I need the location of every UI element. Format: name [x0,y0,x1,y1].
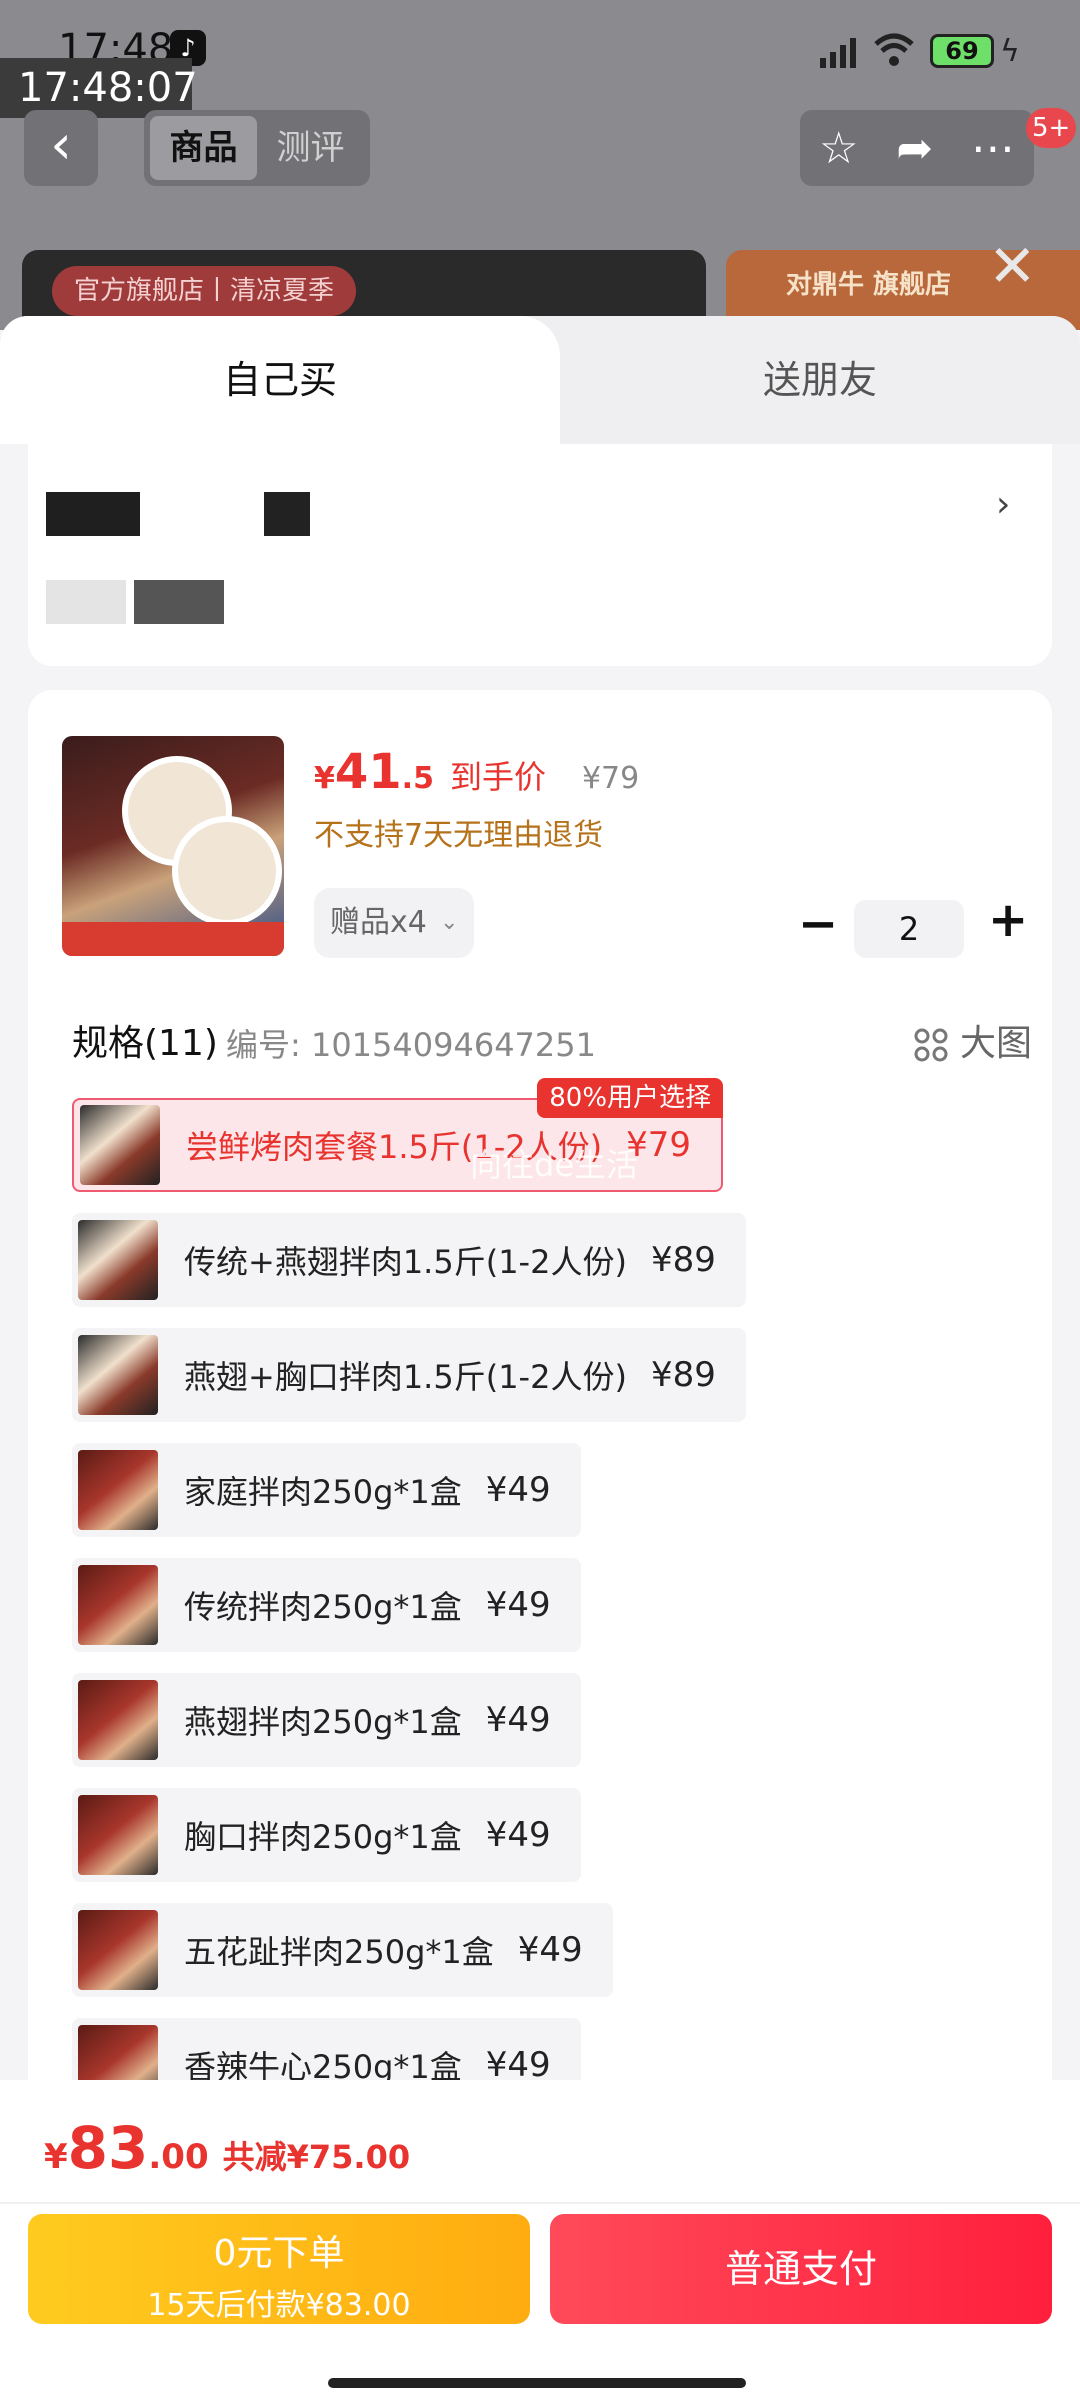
zero-yuan-order-button[interactable]: 0元下单 15天后付款¥83.00 [28,2214,530,2324]
grid-icon [914,1028,948,1062]
option-thumbnail [78,1680,158,1760]
redacted-address-b [134,580,224,624]
option-price: ¥49 [485,1585,551,1625]
option-name: 传统+燕翅拌肉1.5斤(1-2人份) [184,1243,627,1281]
charging-icon: ϟ [1000,34,1020,69]
share-icon[interactable]: ➦ [896,123,933,174]
qty-increase-button[interactable]: + [988,892,1028,948]
spec-title: 规格(11) [72,1023,218,1064]
option-name: 燕翅拌肉250g*1盒 [184,1703,462,1741]
option-thumbnail [78,1910,158,1990]
tab-buy-for-self[interactable]: 自己买 [0,316,560,444]
qty-decrease-button[interactable]: − [798,896,838,952]
price-decimal: .5 [401,761,434,796]
zero-order-label: 0元下单 [213,2233,345,2274]
home-indicator [328,2378,746,2388]
option-name: 胸口拌肉250g*1盒 [184,1818,462,1856]
option-thumbnail [78,1450,158,1530]
option-name: 家庭拌肉250g*1盒 [184,1473,462,1511]
quantity-input[interactable]: 2 [854,900,964,958]
tab-review[interactable]: 测评 [257,116,364,180]
price-integer: 41 [334,744,402,800]
option-price: ¥79 [626,1125,692,1165]
option-price: ¥49 [485,2045,551,2085]
price-label: 到手价 [449,758,546,796]
option-price: ¥49 [485,1470,551,1510]
option-thumbnail [78,1565,158,1645]
divider [0,2202,1080,2204]
option-price: ¥49 [485,1815,551,1855]
discount-total: 共减¥75.00 [222,2138,411,2176]
product-image[interactable] [62,736,284,956]
redacted-name [46,492,140,536]
overlay-clock: 17:48:07 [0,58,198,118]
redacted-address-a [46,580,126,624]
wifi-icon [874,33,914,66]
chevron-right-icon: › [996,484,1011,525]
total-decimal: .00 [148,2137,209,2177]
option-thumbnail [78,1335,158,1415]
option-name: 传统拌肉250g*1盒 [184,1588,462,1626]
spec-option[interactable]: 燕翅+胸口拌肉1.5斤(1-2人份) ¥89 [72,1328,746,1422]
redacted-phone [264,492,310,536]
original-price: ¥79 [581,761,640,796]
sheet-tabs: 自己买 送朋友 [0,316,1080,444]
spec-option[interactable]: 家庭拌肉250g*1盒 ¥49 [72,1443,581,1537]
close-icon[interactable]: ✕ [988,232,1037,300]
spec-option[interactable]: 传统拌肉250g*1盒 ¥49 [72,1558,581,1652]
option-name: 燕翅+胸口拌肉1.5斤(1-2人份) [184,1358,627,1396]
spec-option[interactable]: 五花趾拌肉250g*1盒 ¥49 [72,1903,613,1997]
price-row: ¥ 41 .5 到手价 ¥79 [314,744,639,800]
address-card[interactable]: › [28,444,1052,666]
gift-button[interactable]: 赠品x4 ⌄ [314,888,474,958]
option-name: 五花趾拌肉250g*1盒 [184,1933,494,1971]
battery-icon: 69 [930,34,994,68]
nav-bar: ‹ 商品 测评 ☆ ➦ ⋯ [0,110,1080,190]
option-price: ¥49 [485,1700,551,1740]
banner-tag: 官方旗舰店丨清凉夏季 [52,266,357,316]
price-currency: ¥ [314,761,335,796]
signal-icon [820,38,856,68]
back-button[interactable]: ‹ [24,110,98,186]
option-name: 尝鲜烤肉套餐1.5斤(1-2人份) [186,1128,603,1166]
normal-pay-button[interactable]: 普通支付 [550,2214,1052,2324]
checkout-bar: ¥ 83 .00 共减¥75.00 0元下单 15天后付款¥83.00 普通支付 [0,2080,1080,2400]
option-thumbnail [78,1220,158,1300]
option-price: ¥89 [650,1240,716,1280]
store-name: 对鼎牛 旗舰店 [786,270,952,300]
tab-product[interactable]: 商品 [150,116,257,180]
option-thumbnail [78,1795,158,1875]
tab-send-friend[interactable]: 送朋友 [560,316,1080,444]
product-code: 编号: 10154094647251 [226,1026,596,1064]
popular-tag: 80%用户选择 [537,1078,724,1118]
spec-option[interactable]: 传统+燕翅拌肉1.5斤(1-2人份) ¥89 [72,1213,746,1307]
spec-option-selected[interactable]: 尝鲜烤肉套餐1.5斤(1-2人份) ¥79 80%用户选择 向往de生活 [72,1078,724,1192]
return-policy: 不支持7天无理由退货 [314,818,604,853]
more-icon[interactable]: ⋯ [971,123,1015,174]
spec-header: 规格(11) 编号: 10154094647251 大图 [72,1008,1032,1068]
segment-tabs: 商品 测评 [144,110,370,186]
background-page: 17:48 ♪ 69 ϟ 17:48:07 ‹ 商品 测评 ☆ ➦ ⋯ 5+ 官… [0,0,1080,330]
option-price: ¥89 [650,1355,716,1395]
notification-badge: 5+ [1026,108,1077,148]
gift-label: 赠品x4 [330,905,427,940]
option-thumbnail [80,1105,160,1185]
action-group: ☆ ➦ ⋯ [800,110,1034,186]
pay-later-label: 15天后付款¥83.00 [147,2288,411,2323]
spec-option[interactable]: 胸口拌肉250g*1盒 ¥49 [72,1788,581,1882]
total-currency: ¥ [44,2137,68,2177]
star-icon[interactable]: ☆ [819,123,858,174]
big-image-label: 大图 [959,1023,1032,1064]
spec-options: 尝鲜烤肉套餐1.5斤(1-2人份) ¥79 80%用户选择 向往de生活 传统+… [72,1078,1032,2133]
total-integer: 83 [67,2114,149,2182]
big-image-button[interactable]: 大图 [914,1014,1032,1066]
chevron-down-icon: ⌄ [440,910,459,935]
option-price: ¥49 [517,1930,583,1970]
spec-option[interactable]: 燕翅拌肉250g*1盒 ¥49 [72,1673,581,1767]
total-row: ¥ 83 .00 共减¥75.00 [44,2114,410,2182]
